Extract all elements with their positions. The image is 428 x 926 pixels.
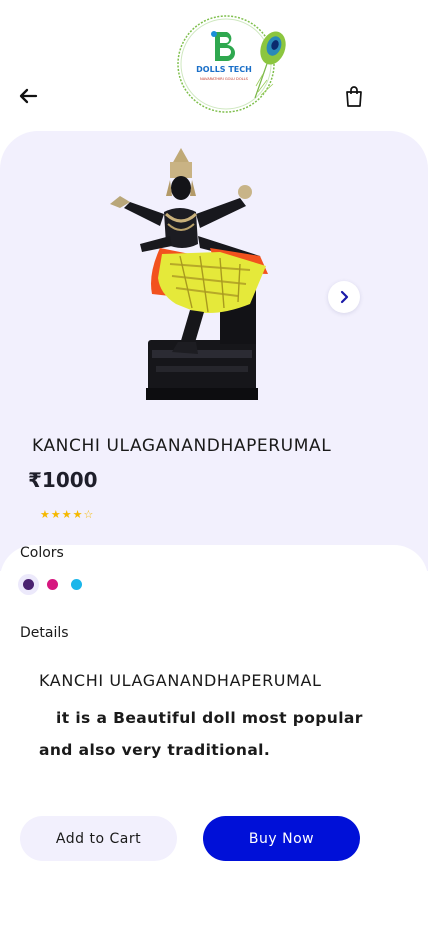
- star-filled-icon: ★: [72, 508, 83, 521]
- product-name: KANCHI ULAGANANDHAPERUMAL: [32, 436, 332, 456]
- color-option-purple[interactable]: [21, 577, 36, 592]
- next-image-button[interactable]: [328, 281, 360, 313]
- color-option-pink[interactable]: [45, 577, 60, 592]
- star-filled-icon: ★: [61, 508, 72, 521]
- chevron-right-icon: [340, 290, 349, 304]
- shopping-bag-icon: [346, 86, 362, 107]
- cart-button[interactable]: [342, 84, 366, 108]
- color-swatch: [47, 579, 58, 590]
- product-rating: ★ ★ ★ ★ ☆: [40, 508, 93, 522]
- logo-tagline-text: NAVARATHIRI GOLU DOLLS: [200, 77, 249, 81]
- product-image: [100, 144, 280, 406]
- colors-label: Colors: [20, 545, 64, 561]
- description-title: KANCHI ULAGANANDHAPERUMAL: [39, 671, 322, 690]
- star-filled-icon: ★: [40, 508, 50, 521]
- add-to-cart-button[interactable]: Add to Cart: [20, 816, 177, 861]
- color-swatches: [21, 577, 84, 592]
- product-price: ₹1000: [28, 468, 98, 492]
- buy-now-button[interactable]: Buy Now: [203, 816, 360, 861]
- star-empty-icon: ☆: [83, 508, 94, 521]
- back-button[interactable]: [16, 84, 42, 108]
- star-filled-icon: ★: [50, 508, 61, 521]
- brand-logo: DOLLS TECH NAVARATHIRI GOLU DOLLS: [163, 0, 289, 113]
- color-swatch: [23, 579, 34, 590]
- color-option-blue[interactable]: [69, 577, 84, 592]
- logo-brand-text: DOLLS TECH: [196, 65, 252, 74]
- color-swatch: [71, 579, 82, 590]
- arrow-left-icon: [19, 88, 38, 104]
- description-body: it is a Beautiful doll most popular and …: [39, 709, 363, 759]
- details-label: Details: [20, 625, 69, 641]
